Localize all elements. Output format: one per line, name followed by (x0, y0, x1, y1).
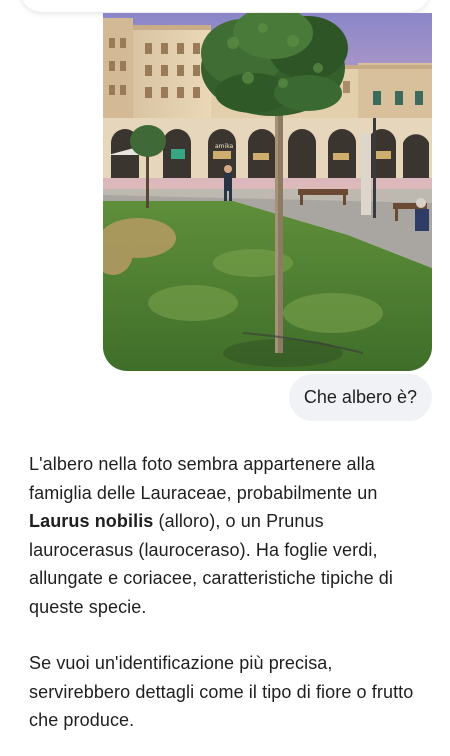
response-paragraph-2: Se vuoi un'identificazione più precisa, … (29, 653, 414, 730)
previous-message-card (20, 0, 430, 12)
assistant-response: L'albero nella foto sembra appartenere a… (29, 450, 429, 735)
chat-screen: amika Che albero è? L'albero nella foto … (0, 0, 450, 756)
species-name-bold: Laurus nobilis (29, 511, 154, 531)
response-paragraph-1: L'albero nella foto sembra appartenere a… (29, 454, 393, 617)
user-message-text: Che albero è? (303, 387, 417, 407)
shop-sign: amika (215, 143, 234, 150)
user-message-bubble: Che albero è? (288, 374, 432, 421)
uploaded-photo[interactable]: amika (103, 13, 432, 371)
